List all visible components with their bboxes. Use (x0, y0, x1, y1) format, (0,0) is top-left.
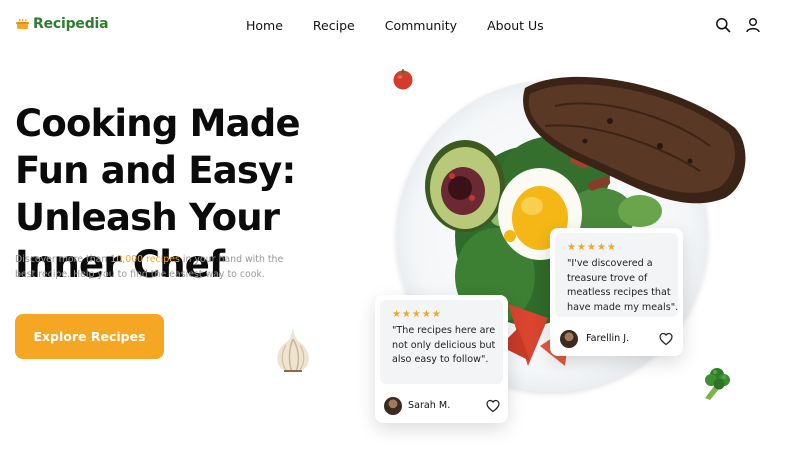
brand-name: Recipedia (33, 16, 109, 32)
review-card: ★★★★★ "I've discovered a treasure trove … (550, 228, 683, 356)
main-menu: Home Recipe Community About Us (246, 18, 574, 33)
rating-stars: ★★★★★ (392, 309, 442, 320)
review-quote: "The recipes here are not only delicious… (392, 325, 496, 366)
review-body: ★★★★★ "I've discovered a treasure trove … (555, 233, 678, 317)
nav-actions (715, 17, 761, 33)
brand-logo[interactable]: Recipedia (16, 16, 109, 32)
avatar (384, 397, 402, 415)
garlic-icon (277, 327, 309, 373)
review-author: Farellin J. (586, 333, 630, 344)
search-icon[interactable] (715, 17, 731, 33)
rating-stars: ★★★★★ (567, 242, 617, 253)
review-card: ★★★★★ "The recipes here are not only del… (375, 295, 508, 423)
review-author: Sarah M. (408, 400, 451, 411)
nav-recipe[interactable]: Recipe (313, 18, 355, 33)
tomato-icon (393, 69, 413, 90)
heart-icon[interactable] (486, 399, 500, 413)
broccoli-icon (705, 368, 730, 400)
heart-icon[interactable] (659, 332, 673, 346)
avatar (560, 330, 578, 348)
hero-subtitle-start: Discover more than (15, 254, 111, 265)
pot-icon (16, 18, 29, 31)
recipe-count-highlight: 10,000 recipes (110, 254, 180, 265)
user-icon[interactable] (745, 17, 761, 33)
review-quote: "I've discovered a treasure trove of mea… (567, 258, 679, 313)
explore-recipes-button[interactable]: Explore Recipes (15, 314, 164, 359)
nav-home[interactable]: Home (246, 18, 283, 33)
nav-community[interactable]: Community (385, 18, 457, 33)
navbar: Recipedia Home Recipe Community About Us (0, 0, 786, 54)
nav-about-us[interactable]: About Us (487, 18, 544, 33)
review-body: ★★★★★ "The recipes here are not only del… (380, 300, 503, 384)
hero-subtitle: Discover more than 10,000 recipes in you… (15, 252, 285, 282)
